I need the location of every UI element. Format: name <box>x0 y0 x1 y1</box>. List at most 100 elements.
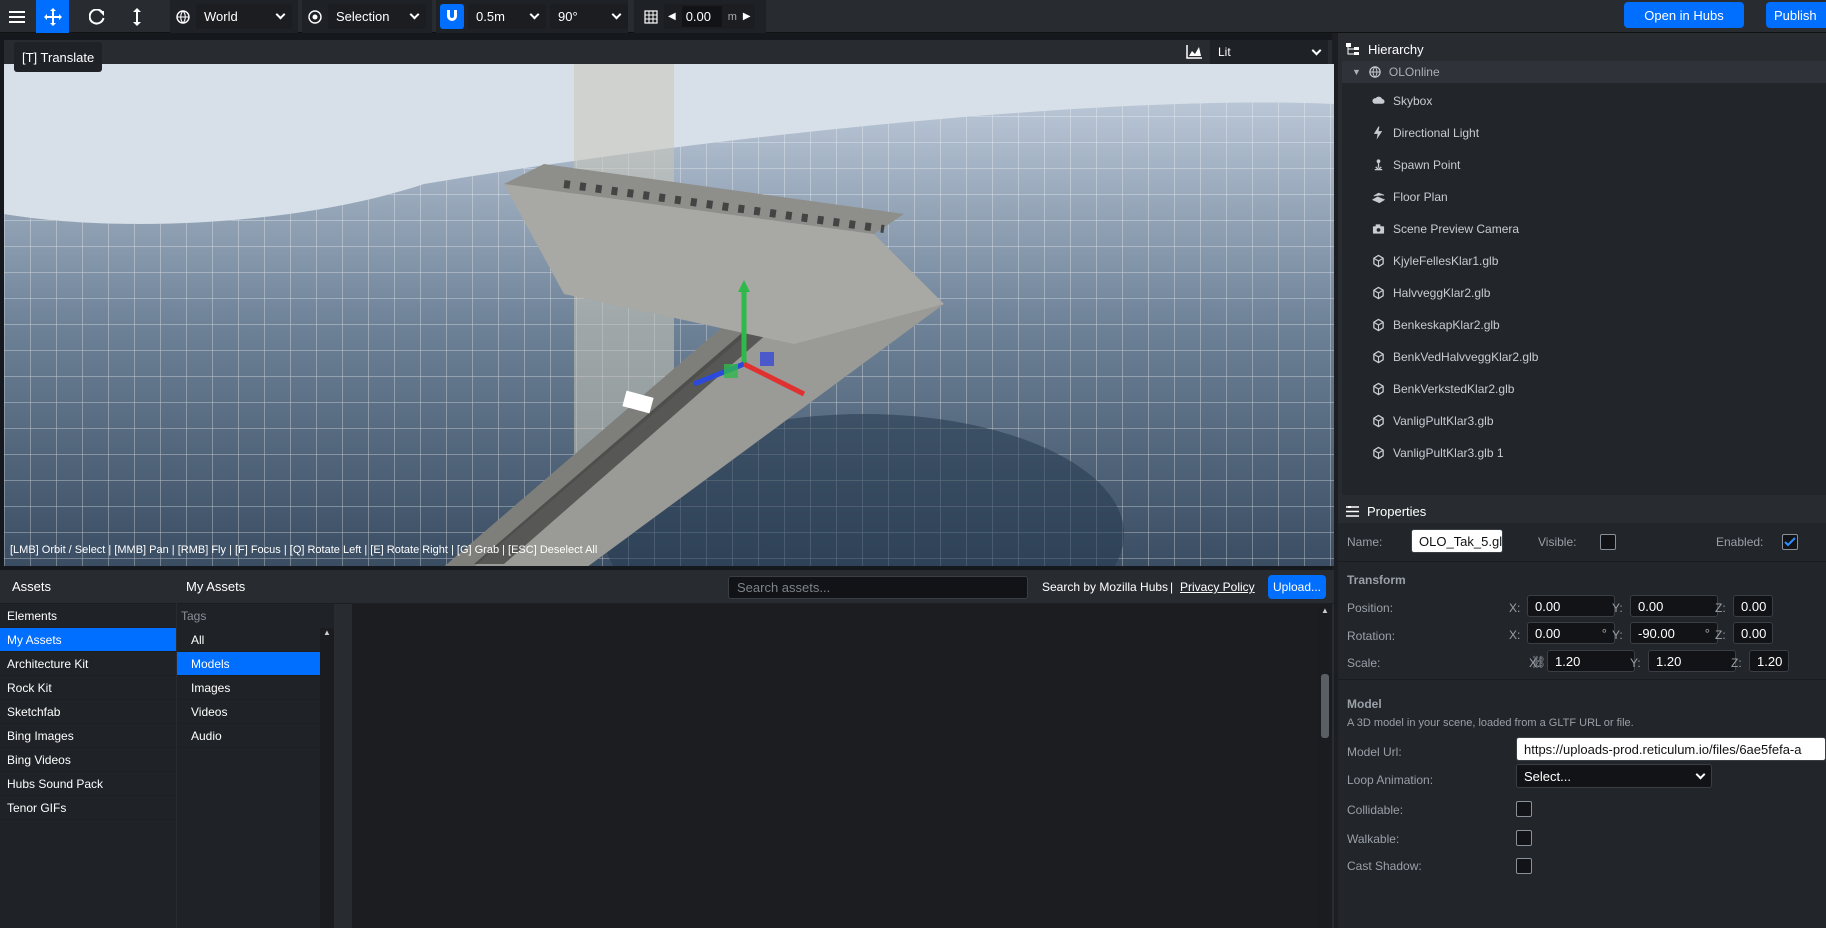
rotate-tool-icon[interactable] <box>80 0 113 33</box>
pivot-value: Selection <box>336 9 390 24</box>
scale-y-value: 1.20 <box>1656 653 1682 669</box>
translate-tool-icon[interactable] <box>36 0 69 33</box>
hierarchy-item-label: Scene Preview Camera <box>1393 222 1520 236</box>
asset-source-item[interactable]: Rock Kit <box>0 676 176 700</box>
hierarchy-item[interactable]: VanligPultKlar3.glb 1 <box>1372 437 1504 469</box>
hierarchy-item[interactable]: BenkVedHalvveggKlar2.glb <box>1372 341 1538 373</box>
hierarchy-item[interactable]: BenkeskapKlar2.glb <box>1372 309 1500 341</box>
hierarchy-header: Hierarchy <box>1346 39 1424 59</box>
hierarchy-item[interactable]: KjyleFellesKlar1.glb <box>1372 245 1498 277</box>
grid-height-input[interactable]: 0.00 <box>681 6 722 27</box>
position-z-input[interactable]: 0.00 <box>1733 595 1773 617</box>
enabled-checkbox[interactable] <box>1782 534 1798 550</box>
properties-body: Name: OLO_Tak_5.glb Visible: Enabled: Tr… <box>1338 523 1826 928</box>
loop-animation-value: Select... <box>1524 768 1571 784</box>
snap-angle-select[interactable]: 90° <box>550 4 628 29</box>
position-x-input[interactable]: 0.00 <box>1527 595 1615 617</box>
hierarchy-item[interactable]: Directional Light <box>1372 117 1479 149</box>
top-toolbar: World Selection 0.5m 90° ◀ 0.00 m ▶ Open… <box>0 0 1826 33</box>
privacy-policy-link[interactable]: Privacy Policy <box>1180 580 1255 594</box>
degree-unit: ° <box>1704 625 1710 641</box>
position-y-input[interactable]: 0.00 <box>1630 595 1718 617</box>
publish-button[interactable]: Publish <box>1766 2 1826 28</box>
scale-z-value: 1.20 <box>1757 653 1783 669</box>
tags-scrollbar[interactable]: ▲ <box>320 628 334 928</box>
tag-item[interactable]: Images <box>177 676 320 700</box>
tag-item[interactable]: All <box>177 628 320 652</box>
scroll-thumb[interactable] <box>1321 674 1329 738</box>
collidable-checkbox[interactable] <box>1516 801 1532 817</box>
hierarchy-root-row[interactable]: ▼ OLOnline <box>1342 61 1826 83</box>
transform-space-value: World <box>204 9 238 24</box>
model-description: A 3D model in your scene, loaded from a … <box>1347 717 1634 729</box>
snap-distance-value: 0.5m <box>476 9 505 24</box>
hierarchy-item-label: BenkVedHalvveggKlar2.glb <box>1393 350 1539 364</box>
tag-item[interactable]: Audio <box>177 724 320 748</box>
hierarchy-item-label: Directional Light <box>1393 126 1480 140</box>
search-provider-label: Search by Mozilla Hubs <box>1042 580 1169 594</box>
tag-item[interactable]: Videos <box>177 700 320 724</box>
grid-unit-label: m <box>727 10 737 23</box>
asset-source-item[interactable]: My Assets <box>0 628 176 652</box>
spawn-icon <box>1374 159 1383 171</box>
link-icon[interactable]: ⛓ <box>1531 655 1546 669</box>
transform-space-select[interactable]: World <box>196 4 292 29</box>
bolt-icon <box>1373 126 1383 140</box>
asset-grid-scrollbar[interactable]: ▲ <box>1318 604 1332 928</box>
asset-source-item[interactable]: Bing Videos <box>0 748 176 772</box>
asset-source-item[interactable]: Bing Images <box>0 724 176 748</box>
position-y-value: 0.00 <box>1638 598 1664 614</box>
properties-header: Properties <box>1346 501 1426 521</box>
scale-tool-icon[interactable] <box>120 0 153 33</box>
hierarchy-item[interactable]: Scene Preview Camera <box>1372 213 1519 245</box>
open-in-hubs-button[interactable]: Open in Hubs <box>1624 2 1744 28</box>
walkable-checkbox[interactable] <box>1516 830 1532 846</box>
scale-z-input[interactable]: 1.20 <box>1749 650 1789 672</box>
scene-canvas[interactable]: Chic1.glbLampe2.glbLampe1.glbDukke2.glbS… <box>4 64 1334 566</box>
model-url-input[interactable]: https://uploads-prod.reticulum.io/files/… <box>1516 737 1826 761</box>
cast-shadow-label: Cast Shadow: <box>1347 859 1422 873</box>
hierarchy-item[interactable]: BenkVerkstedKlar2.glb <box>1372 373 1514 405</box>
hierarchy-item[interactable]: VanligPultKlar3.glb <box>1372 405 1494 437</box>
search-assets-input[interactable]: Search assets... <box>728 576 1028 599</box>
cube-icon <box>1373 286 1384 300</box>
asset-source-item[interactable]: Sketchfab <box>0 700 176 724</box>
scale-x-input[interactable]: 1.20 <box>1547 650 1635 672</box>
hierarchy-item[interactable]: Spawn Point <box>1372 149 1460 181</box>
asset-grid <box>352 604 1318 928</box>
name-input[interactable]: OLO_Tak_5.glb <box>1411 529 1503 553</box>
grid-decrease-icon[interactable]: ◀ <box>668 11 676 22</box>
loop-animation-select[interactable]: Select... <box>1516 764 1712 788</box>
transform-space-group: World <box>170 0 298 33</box>
cube-icon <box>1373 382 1384 396</box>
asset-source-item[interactable]: Elements <box>0 604 176 628</box>
visible-checkbox[interactable] <box>1600 534 1616 550</box>
upload-button[interactable]: Upload... <box>1268 575 1326 599</box>
hierarchy-item[interactable]: HalvveggKlar2.glb <box>1372 277 1490 309</box>
hierarchy-item[interactable]: Floor Plan <box>1372 181 1448 213</box>
cube-icon <box>1373 350 1384 364</box>
rotation-z-input[interactable]: 0.00 <box>1733 622 1773 644</box>
render-mode-select[interactable]: Lit <box>1210 40 1328 64</box>
degree-unit: ° <box>1601 625 1607 641</box>
collapse-arrow-icon[interactable]: ▼ <box>1352 67 1361 77</box>
magnet-icon[interactable] <box>440 4 464 29</box>
rotation-x-input[interactable]: 0.00 ° <box>1527 622 1615 644</box>
grid-group: ◀ 0.00 m ▶ <box>634 0 766 33</box>
asset-source-item[interactable]: Architecture Kit <box>0 652 176 676</box>
asset-source-item[interactable]: Tenor GIFs <box>0 796 176 820</box>
name-label: Name: <box>1347 535 1383 549</box>
grid-icon[interactable] <box>644 9 658 24</box>
cast-shadow-checkbox[interactable] <box>1516 858 1532 874</box>
asset-source-item[interactable]: Hubs Sound Pack <box>0 772 176 796</box>
pivot-select[interactable]: Selection <box>328 4 426 29</box>
menu-icon[interactable] <box>0 0 33 33</box>
hierarchy-item[interactable]: Skybox <box>1372 85 1432 117</box>
tag-item[interactable]: Models <box>177 652 320 676</box>
grid-increase-icon[interactable]: ▶ <box>743 11 751 22</box>
scale-y-input[interactable]: 1.20 <box>1648 650 1736 672</box>
rotation-y-input[interactable]: -90.00 ° <box>1630 622 1718 644</box>
stats-icon[interactable] <box>1186 45 1202 59</box>
model-url-label: Model Url: <box>1347 745 1402 759</box>
snap-distance-select[interactable]: 0.5m <box>468 4 546 29</box>
